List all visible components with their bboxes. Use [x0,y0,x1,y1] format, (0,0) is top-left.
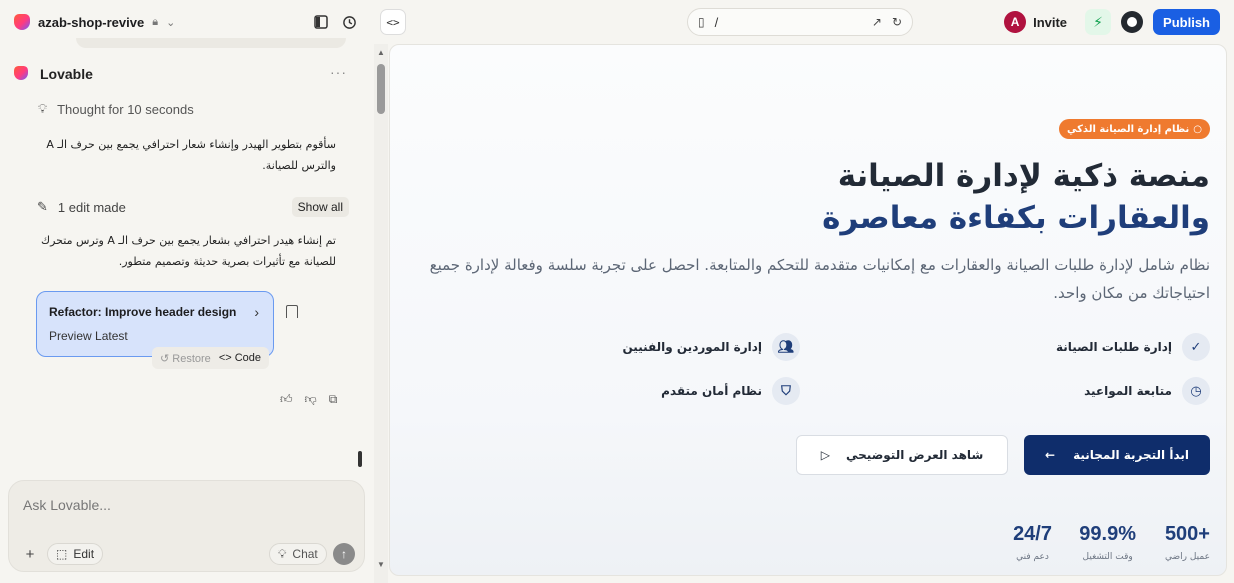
stat-support: 24/7 دعم فني [1013,523,1052,562]
select-edit-icon: ⬚ [56,547,68,561]
bookmark-icon[interactable] [286,305,298,318]
scroll-down-icon[interactable]: ▼ [377,560,385,569]
chat-scroll-indicator[interactable] [358,451,362,467]
version-actions: ↺ Restore <> Code [152,347,270,369]
hero-title-line-2: والعقارات بكفاءة معاصرة [822,200,1210,236]
chat-label: Chat [292,547,318,561]
stat-value: 24/7 [1013,523,1052,545]
stat-label: وقت التشغيل [1082,552,1133,562]
history-icon[interactable] [339,12,359,32]
preview-frame: ○ نظام إدارة الصيانة الذكي منصة ذكية لإد… [389,44,1227,576]
avatar[interactable]: A [1004,11,1027,33]
hero-badge: ○ نظام إدارة الصيانة الذكي [1059,119,1210,139]
project-name: azab-shop-revive [38,14,145,30]
invite-button[interactable]: A Invite [1002,8,1075,36]
watch-demo-button[interactable]: شاهد العرض التوضيحي ▷ [796,435,1008,475]
lovable-avatar-icon [14,66,30,82]
lightbulb-icon: 💡︎ [278,546,287,561]
scrollbar-thumb[interactable] [377,64,385,114]
book-icon[interactable]: ▯ [698,15,705,29]
thumbs-up-icon[interactable]: 👍︎ [280,392,293,407]
chat-composer[interactable]: Ask Lovable... + ⬚ Edit 💡︎ Chat ↑ [8,480,365,572]
chat-mode-button[interactable]: 💡︎ Chat [269,543,327,565]
preview-url-bar[interactable]: ▯ / ↗ ↻ [687,8,913,36]
hero-badge-label: نظام إدارة الصيانة الذكي [1067,123,1190,135]
hero-title: منصة ذكية لإدارة الصيانة والعقارات بكفاء… [822,155,1210,239]
feature-suppliers: 👥︎ إدارة الموردين والفنيين [622,333,800,361]
hero-title-line-1: منصة ذكية لإدارة الصيانة [837,158,1210,194]
lock-icon: 🔒︎ [152,15,159,28]
edit-label: Edit [73,547,95,561]
copy-icon[interactable]: ⧉ [329,392,338,407]
lightbulb-icon: 💡︎ [38,101,48,116]
edit-file-icon: ✎ [37,199,48,214]
chat-panel: Lovable ··· 💡︎ Thought for 10 seconds سأ… [0,38,374,583]
feature-maintenance-requests: ✓ إدارة طلبات الصيانة [1056,333,1210,361]
supabase-bolt-icon[interactable]: ⚡︎ [1085,9,1112,35]
message-header: Lovable [14,66,93,82]
edits-summary: ✎ 1 edit made Show all [37,197,349,217]
sidebar-toggle-icon[interactable] [311,12,331,32]
stat-uptime: 99.9% وقت التشغيل [1079,523,1136,562]
chat-scrollbar[interactable]: ▲ ▼ [374,44,388,583]
author-name: Lovable [40,66,93,82]
edits-label: 1 edit made [57,199,126,215]
feature-label: نظام أمان متقدم [661,384,762,398]
check-circle-icon: ✓ [1182,333,1210,361]
shield-icon: ⛉ [772,377,800,405]
start-free-trial-button[interactable]: ابدأ التجربة المجانية ← [1024,435,1210,475]
invite-label: Invite [1033,14,1068,30]
send-icon[interactable]: ↑ [333,543,355,565]
stat-label: عميل راضي [1164,552,1210,562]
feature-label: متابعة المواعيد [1084,384,1172,398]
secondary-cta-label: شاهد العرض التوضيحي [846,448,984,462]
thought-label: Thought for 10 seconds [57,101,194,117]
thumbs-down-icon[interactable]: 👎︎ [305,392,317,407]
assistant-message-1: سأقوم بتطوير الهيدر وإنشاء شعار احترافي … [46,138,336,172]
feature-label: إدارة الموردين والفنيين [622,340,763,354]
more-options-icon[interactable]: ··· [330,64,347,80]
assistant-message-2: تم إنشاء هيدر احترافي بشعار يجمع بين حرف… [41,234,336,268]
chevron-right-icon: › [254,304,259,320]
clock-icon: ◷ [1182,377,1210,405]
stat-clients: 500+ عميل راضي [1165,523,1210,562]
add-attachment-icon[interactable]: + [19,543,41,565]
publish-button[interactable]: Publish [1153,9,1220,35]
stat-value: 500+ [1164,523,1210,545]
hero-description: نظام شامل لإدارة طلبات الصيانة والعقارات… [429,256,1210,302]
arrow-left-icon: ← [1045,448,1056,462]
feature-label: إدارة طلبات الصيانة [1055,340,1172,354]
version-card-subtitle: Preview Latest [49,329,128,343]
feature-appointments: ◷ متابعة المواعيد [1084,377,1210,405]
composer-input[interactable]: Ask Lovable... [23,497,111,513]
chevron-down-icon[interactable]: ⌄ [166,16,175,29]
thought-indicator[interactable]: 💡︎ Thought for 10 seconds [38,101,194,117]
previous-message-card [76,38,346,48]
restore-button[interactable]: ↺ Restore [160,352,211,365]
view-code-button[interactable]: <> Code [219,352,261,364]
code-view-toggle-icon[interactable]: <> [380,9,406,35]
feature-security: ⛉ نظام أمان متقدم [661,377,800,405]
url-path[interactable]: / [715,15,862,30]
primary-cta-label: ابدأ التجربة المجانية [1073,448,1189,462]
github-icon[interactable] [1121,11,1144,33]
stat-label: دعم فني [1016,552,1049,562]
lovable-logo-icon [14,14,30,30]
version-card-title: Refactor: Improve header design [49,305,237,319]
users-icon: 👥︎ [772,333,800,361]
show-all-button[interactable]: Show all [291,197,349,217]
stat-value: 99.9% [1079,523,1136,545]
play-icon: ▷ [820,448,830,462]
open-external-icon[interactable]: ↗ [872,15,882,29]
edit-mode-button[interactable]: ⬚ Edit [47,543,104,565]
scroll-up-icon[interactable]: ▲ [377,48,385,57]
gear-icon: ○ [1193,123,1202,135]
feedback-actions: 👍︎ 👎︎ ⧉ [280,392,337,407]
refresh-icon[interactable]: ↻ [892,15,902,29]
